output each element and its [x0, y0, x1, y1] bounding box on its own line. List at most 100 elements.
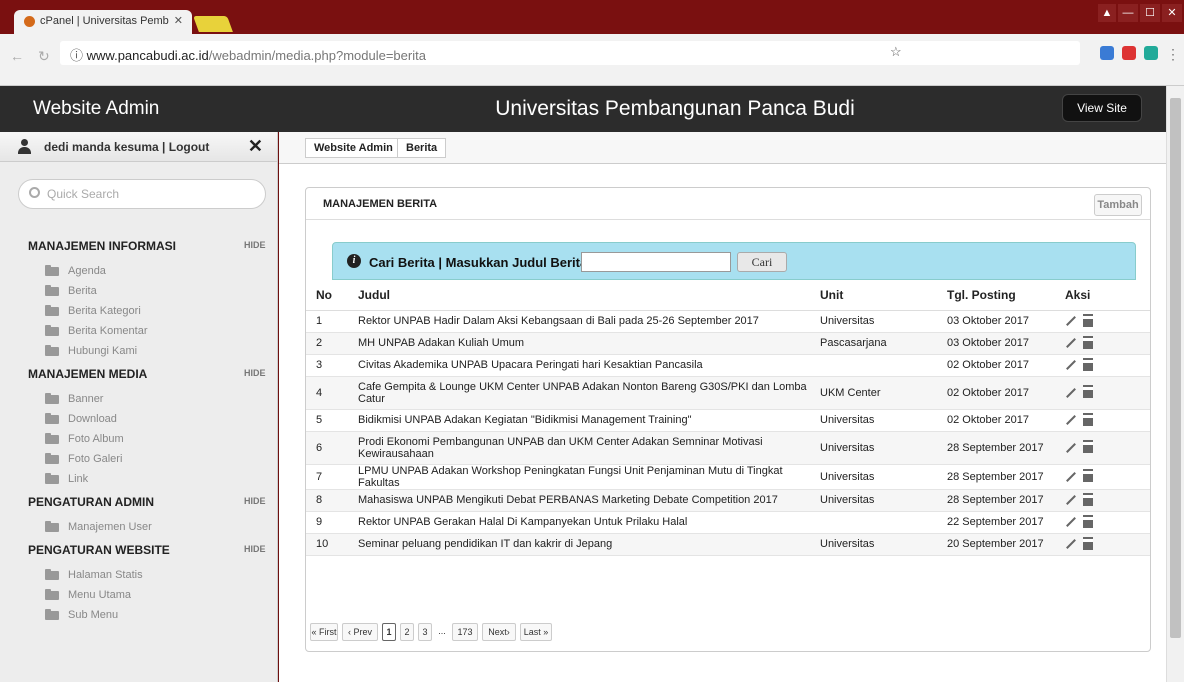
- edit-icon[interactable]: [1066, 415, 1076, 426]
- close-sidebar-icon[interactable]: ✕: [248, 136, 263, 157]
- delete-icon[interactable]: [1083, 471, 1093, 483]
- edit-icon[interactable]: [1066, 360, 1076, 371]
- cell-unit: [810, 354, 937, 377]
- browser-tab[interactable]: cPanel | Universitas Pemb ✕: [14, 10, 192, 34]
- edit-icon[interactable]: [1066, 517, 1076, 528]
- pagination-1[interactable]: 1: [382, 623, 396, 641]
- sidebar: dedi manda kesuma | Logout ✕ Quick Searc…: [0, 132, 278, 682]
- sidebar-item-banner[interactable]: Banner: [0, 389, 278, 409]
- sidebar-item-link[interactable]: Link: [0, 469, 278, 489]
- info-icon[interactable]: ⓘ: [70, 48, 83, 63]
- edit-icon[interactable]: [1066, 387, 1076, 398]
- folder-icon: [45, 393, 59, 404]
- table-row: 7 LPMU UNPAB Adakan Workshop Peningkatan …: [306, 464, 1150, 490]
- edit-icon[interactable]: [1066, 495, 1076, 506]
- delete-icon[interactable]: [1083, 494, 1093, 506]
- sidebar-item-label: Halaman Statis: [68, 569, 143, 581]
- table-row: 9 Rektor UNPAB Gerakan Halal Di Kampanyek…: [306, 511, 1150, 534]
- abp-icon[interactable]: [1122, 46, 1136, 60]
- cell-judul: Rektor UNPAB Gerakan Halal Di Kampanyeka…: [348, 511, 810, 534]
- sidebar-item-sub-menu[interactable]: Sub Menu: [0, 605, 278, 625]
- folder-icon: [45, 285, 59, 296]
- tambah-button[interactable]: Tambah: [1094, 194, 1142, 216]
- cell-no: 9: [306, 511, 348, 534]
- edit-icon[interactable]: [1066, 471, 1076, 482]
- extension-icon[interactable]: [1100, 46, 1114, 60]
- judul-berita-input[interactable]: [581, 252, 731, 272]
- star-icon[interactable]: ☆: [890, 44, 902, 60]
- hide-section-button[interactable]: HIDE: [244, 240, 266, 250]
- sidebar-item-hubungi-kami[interactable]: Hubungi Kami: [0, 341, 278, 361]
- edit-icon[interactable]: [1066, 316, 1076, 327]
- edit-icon[interactable]: [1066, 338, 1076, 349]
- column-header-unit: Unit: [810, 280, 937, 311]
- app-title[interactable]: Website Admin: [33, 98, 159, 120]
- breadcrumb-website-admin[interactable]: Website Admin: [305, 138, 402, 158]
- reload-icon[interactable]: ↻: [38, 48, 50, 65]
- cell-aksi: [1055, 376, 1150, 410]
- delete-icon[interactable]: [1083, 516, 1093, 528]
- sidebar-item-berita[interactable]: Berita: [0, 281, 278, 301]
- cpanel-favicon-icon: [24, 16, 35, 27]
- edit-icon[interactable]: [1066, 539, 1076, 550]
- column-header-judul: Judul: [348, 280, 810, 311]
- page-scrollbar[interactable]: [1166, 86, 1184, 682]
- cell-no: 7: [306, 464, 348, 490]
- sidebar-item-berita-kategori[interactable]: Berita Kategori: [0, 301, 278, 321]
- extension-icon[interactable]: [1144, 46, 1158, 60]
- pagination-last[interactable]: Last »: [520, 623, 552, 641]
- minimize-icon[interactable]: —: [1118, 4, 1138, 22]
- sidebar-item-manajemen-user[interactable]: Manajemen User: [0, 517, 278, 537]
- hide-section-button[interactable]: HIDE: [244, 496, 266, 506]
- pagination-2[interactable]: 2: [400, 623, 414, 641]
- maximize-icon[interactable]: ☐: [1140, 4, 1160, 22]
- pagination-3[interactable]: 3: [418, 623, 432, 641]
- quick-search-input[interactable]: Quick Search: [18, 179, 266, 209]
- menu-icon[interactable]: ⋮: [1166, 46, 1180, 63]
- cell-no: 4: [306, 376, 348, 410]
- user-logout-link[interactable]: dedi manda kesuma | Logout: [44, 140, 209, 154]
- profile-icon[interactable]: ▲: [1098, 4, 1116, 22]
- delete-icon[interactable]: [1083, 387, 1093, 399]
- pagination-173[interactable]: 173: [452, 623, 478, 641]
- delete-icon[interactable]: [1083, 359, 1093, 371]
- delete-icon[interactable]: [1083, 337, 1093, 349]
- cell-tgl-posting: 02 Oktober 2017: [937, 376, 1055, 410]
- sidebar-item-foto-galeri[interactable]: Foto Galeri: [0, 449, 278, 469]
- hide-section-button[interactable]: HIDE: [244, 368, 266, 378]
- cell-unit: Universitas: [810, 409, 937, 432]
- berita-table: No Judul Unit Tgl. Posting Aksi 1 Rektor …: [306, 280, 1150, 556]
- delete-icon[interactable]: [1083, 315, 1093, 327]
- breadcrumb-berita[interactable]: Berita: [397, 138, 447, 158]
- pagination-first[interactable]: « First: [310, 623, 338, 641]
- sidebar-item-menu-utama[interactable]: Menu Utama: [0, 585, 278, 605]
- cari-button[interactable]: Cari: [737, 252, 787, 272]
- scrollbar-thumb[interactable]: [1170, 98, 1181, 638]
- view-site-button[interactable]: View Site: [1062, 94, 1142, 122]
- sidebar-item-halaman-statis[interactable]: Halaman Statis: [0, 565, 278, 585]
- back-icon[interactable]: ←: [10, 48, 24, 64]
- delete-icon[interactable]: [1083, 414, 1093, 426]
- pagination-prev[interactable]: ‹ Prev: [342, 623, 378, 641]
- pagination-next[interactable]: Next›: [482, 623, 516, 641]
- new-tab-button[interactable]: [193, 16, 233, 32]
- user-bar: dedi manda kesuma | Logout ✕: [0, 132, 277, 162]
- edit-icon[interactable]: [1066, 442, 1076, 453]
- sidebar-item-foto-album[interactable]: Foto Album: [0, 429, 278, 449]
- sidebar-item-label: Berita: [68, 285, 97, 297]
- close-tab-icon[interactable]: ✕: [174, 14, 183, 27]
- sidebar-item-label: Download: [68, 413, 117, 425]
- search-icon: [29, 187, 40, 198]
- cell-no: 10: [306, 533, 348, 556]
- cell-aksi: [1055, 332, 1150, 355]
- delete-icon[interactable]: [1083, 442, 1093, 454]
- close-window-icon[interactable]: ✕: [1162, 4, 1182, 22]
- hide-section-button[interactable]: HIDE: [244, 544, 266, 554]
- sidebar-item-agenda[interactable]: Agenda: [0, 261, 278, 281]
- sidebar-item-download[interactable]: Download: [0, 409, 278, 429]
- address-bar[interactable]: ⓘ www.pancabudi.ac.id/webadmin/media.php…: [60, 41, 1080, 65]
- table-row: 4 Cafe Gempita & Lounge UKM Center UNPAB …: [306, 376, 1150, 410]
- cell-judul: Civitas Akademika UNPAB Upacara Peringat…: [348, 354, 810, 377]
- delete-icon[interactable]: [1083, 538, 1093, 550]
- sidebar-item-berita-komentar[interactable]: Berita Komentar: [0, 321, 278, 341]
